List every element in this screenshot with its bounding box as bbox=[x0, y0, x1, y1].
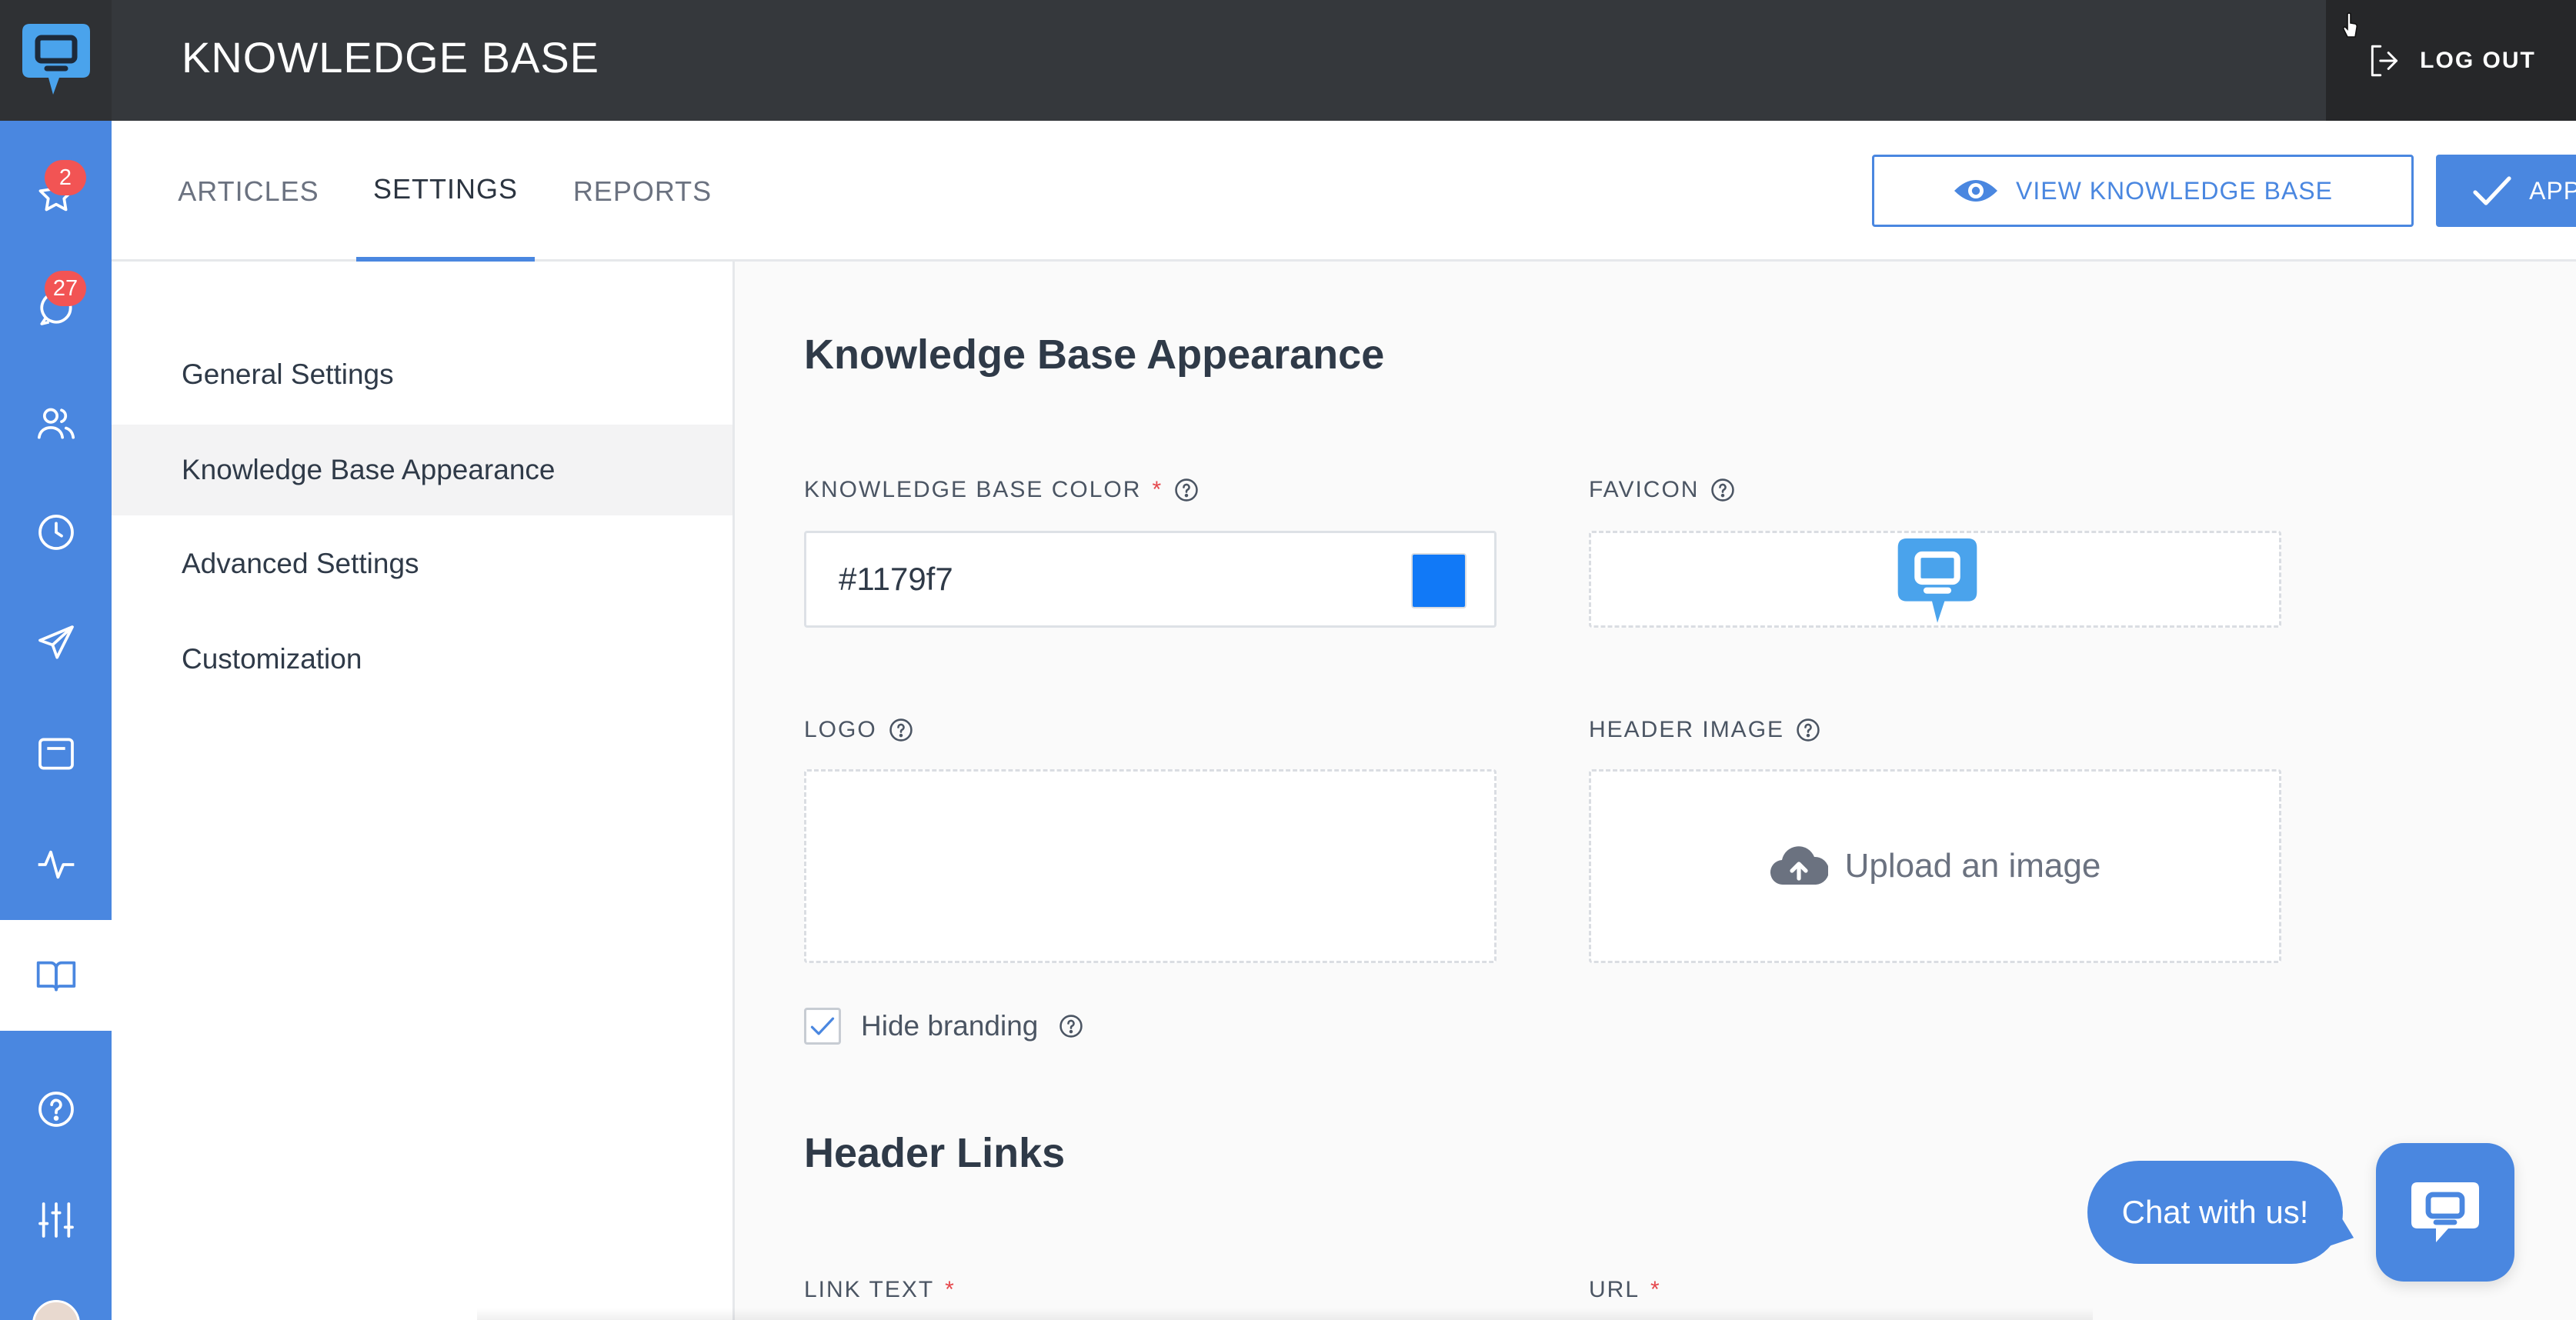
tab-articles[interactable]: ARTICLES bbox=[178, 121, 318, 262]
rail-item-customers[interactable] bbox=[0, 377, 112, 469]
view-knowledge-base-button[interactable]: VIEW KNOWLEDGE BASE bbox=[1872, 155, 2414, 227]
avatar[interactable] bbox=[32, 1300, 80, 1320]
check-icon bbox=[2473, 176, 2511, 205]
required-asterisk: * bbox=[945, 1277, 956, 1302]
favicon-dropzone[interactable] bbox=[1589, 531, 2281, 628]
rail-item-settings[interactable] bbox=[0, 1174, 112, 1266]
header-image-label-text: HEADER IMAGE bbox=[1589, 717, 1785, 742]
favicon-label-text: FAVICON bbox=[1589, 477, 1700, 502]
rail-item-chats[interactable]: 27 bbox=[0, 262, 112, 354]
rail-item-tickets[interactable] bbox=[0, 708, 112, 800]
help-tooltip-icon[interactable] bbox=[1173, 477, 1200, 503]
logo-label-text: LOGO bbox=[804, 717, 877, 742]
view-knowledge-base-label: VIEW KNOWLEDGE BASE bbox=[2016, 176, 2333, 205]
tab-reports[interactable]: REPORTS bbox=[573, 121, 711, 262]
users-icon bbox=[37, 408, 75, 439]
book-icon bbox=[36, 961, 75, 992]
eye-icon bbox=[1954, 180, 1998, 202]
kb-color-label: KNOWLEDGE BASE COLOR * bbox=[804, 477, 1200, 503]
top-bar: KNOWLEDGE BASE LOG OUT bbox=[112, 0, 2576, 121]
page-title: KNOWLEDGE BASE bbox=[182, 33, 600, 82]
hide-branding-label: Hide branding bbox=[861, 1010, 1039, 1042]
rail-item-help[interactable] bbox=[0, 1063, 112, 1155]
help-tooltip-icon[interactable] bbox=[1058, 1013, 1084, 1039]
settings-nav-advanced[interactable]: Advanced Settings bbox=[112, 518, 732, 609]
chat-with-us-bubble[interactable]: Chat with us! bbox=[2087, 1161, 2343, 1264]
rail-badge: 2 bbox=[45, 160, 86, 195]
settings-nav-appearance[interactable]: Knowledge Base Appearance bbox=[112, 425, 732, 515]
settings-nav-customization[interactable]: Customization bbox=[112, 614, 732, 705]
header-image-dropzone[interactable]: Upload an image bbox=[1589, 769, 2281, 963]
settings-sidebar: General Settings Knowledge Base Appearan… bbox=[112, 262, 735, 1320]
rail-item-history[interactable] bbox=[0, 486, 112, 578]
rail-item-knowledge-base[interactable] bbox=[0, 920, 112, 1031]
tabs-bar: ARTICLES SETTINGS REPORTS VIEW KNOWLEDGE… bbox=[112, 121, 2576, 262]
sliders-icon bbox=[38, 1202, 74, 1238]
link-text-label-text: LINK TEXT bbox=[804, 1277, 935, 1302]
scroll-shadow bbox=[477, 1308, 2093, 1320]
logout-button[interactable]: LOG OUT bbox=[2326, 0, 2576, 121]
logo-label: LOGO bbox=[804, 717, 914, 743]
apply-button[interactable]: APPLY bbox=[2436, 155, 2576, 227]
kb-color-value: #1179f7 bbox=[839, 561, 953, 597]
required-asterisk: * bbox=[1650, 1277, 1661, 1302]
app-logo[interactable] bbox=[0, 0, 112, 121]
kb-color-input[interactable]: #1179f7 bbox=[804, 531, 1497, 628]
mouse-cursor-icon bbox=[2342, 12, 2358, 38]
color-swatch[interactable] bbox=[1411, 553, 1467, 608]
help-tooltip-icon[interactable] bbox=[888, 717, 914, 743]
rail-item-reports[interactable] bbox=[0, 818, 112, 911]
favicon-preview-icon bbox=[1897, 538, 1977, 623]
clock-icon bbox=[38, 515, 74, 550]
help-tooltip-icon[interactable] bbox=[1710, 477, 1736, 503]
chat-logo-icon bbox=[22, 23, 90, 95]
upload-text: Upload an image bbox=[1844, 847, 2101, 885]
cloud-upload-icon bbox=[1770, 846, 1828, 885]
help-tooltip-icon[interactable] bbox=[1795, 717, 1821, 743]
rail-item-favorites[interactable]: 2 bbox=[0, 149, 112, 242]
favicon-label: FAVICON bbox=[1589, 477, 1736, 503]
check-icon bbox=[810, 1017, 835, 1035]
link-text-label: LINK TEXT * bbox=[804, 1277, 956, 1303]
settings-nav-general[interactable]: General Settings bbox=[112, 329, 732, 420]
upload-prompt[interactable]: Upload an image bbox=[1591, 772, 2279, 961]
logo-dropzone[interactable] bbox=[804, 769, 1497, 963]
ticket-icon bbox=[38, 738, 74, 770]
hide-branding-checkbox[interactable] bbox=[804, 1008, 841, 1045]
send-icon bbox=[38, 625, 74, 659]
chat-widget-button[interactable] bbox=[2376, 1143, 2514, 1282]
url-label-text: URL bbox=[1589, 1277, 1640, 1302]
left-rail: 2 27 bbox=[0, 0, 112, 1320]
help-icon bbox=[38, 1092, 74, 1127]
apply-label: APPLY bbox=[2529, 176, 2576, 205]
logout-label: LOG OUT bbox=[2420, 47, 2536, 73]
header-image-label: HEADER IMAGE bbox=[1589, 717, 1821, 743]
kb-color-label-text: KNOWLEDGE BASE COLOR bbox=[804, 477, 1142, 502]
hide-branding-row: Hide branding bbox=[804, 1008, 1084, 1045]
rail-item-campaigns[interactable] bbox=[0, 597, 112, 689]
tab-settings[interactable]: SETTINGS bbox=[356, 121, 535, 262]
url-label: URL * bbox=[1589, 1277, 1661, 1303]
logout-icon bbox=[2371, 45, 2398, 76]
section-heading-appearance: Knowledge Base Appearance bbox=[804, 332, 1385, 378]
rail-badge: 27 bbox=[45, 271, 86, 306]
section-heading-header-links: Header Links bbox=[804, 1130, 1066, 1176]
required-asterisk: * bbox=[1152, 477, 1163, 502]
activity-icon bbox=[38, 850, 74, 879]
chat-bubble-icon bbox=[2411, 1182, 2479, 1242]
